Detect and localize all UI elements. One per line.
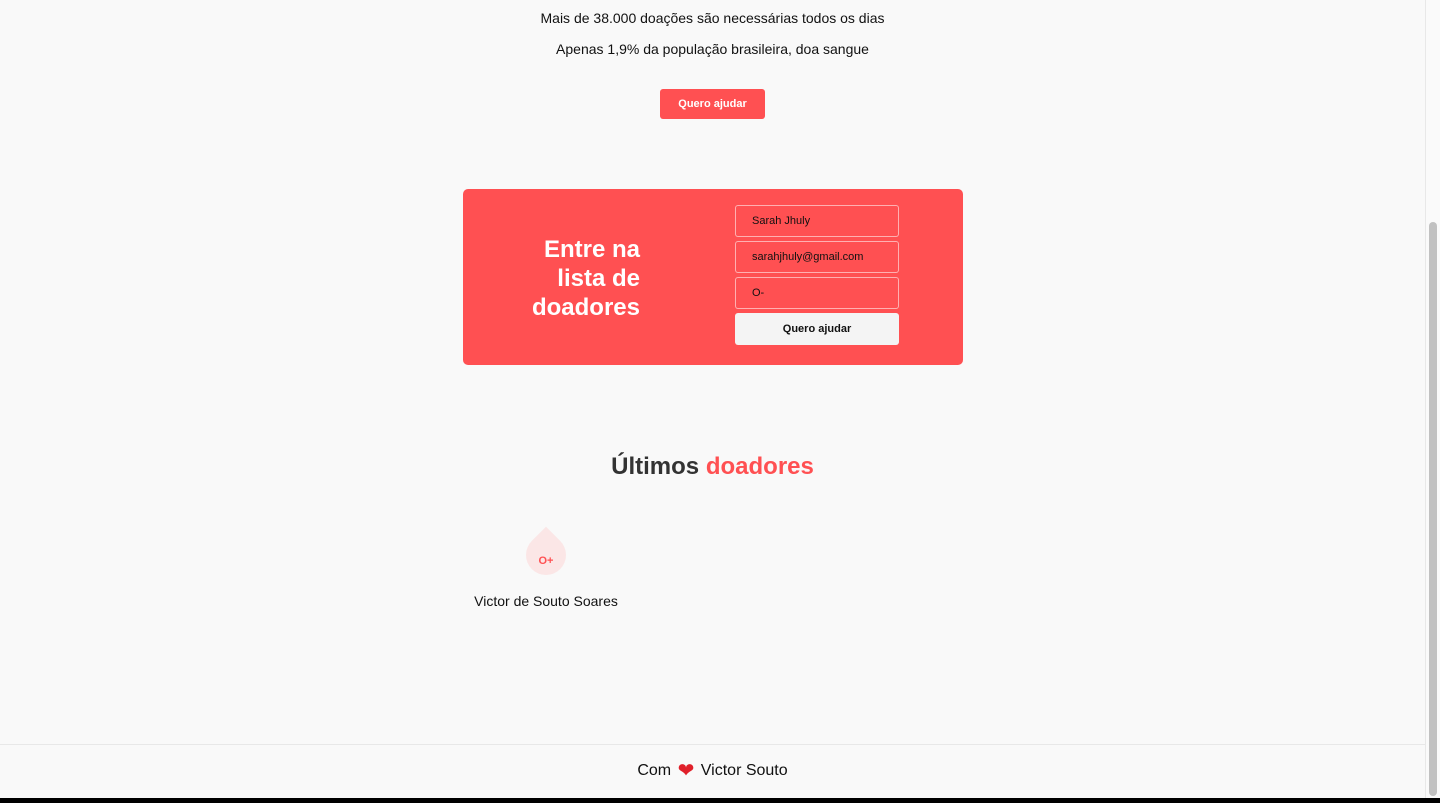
donor-list-item: O+ Victor de Souto Soares xyxy=(466,526,626,613)
footer-author: Victor Souto xyxy=(700,762,788,779)
latest-donors-title: Últimos doadores xyxy=(0,453,1425,481)
donor-blood-type: O+ xyxy=(538,555,554,567)
donor-name: Victor de Souto Soares xyxy=(474,593,618,609)
heart-icon: ❤ xyxy=(677,760,695,782)
blood-type-input[interactable] xyxy=(735,277,899,309)
footer-prefix: Com xyxy=(637,762,672,779)
donor-signup-card: Entre na lista de doadores Quero ajudar xyxy=(463,189,963,365)
stat-donations-needed: Mais de 38.000 doações são necessárias t… xyxy=(540,10,885,26)
donor-signup-title: Entre na lista de doadores xyxy=(531,236,640,321)
hero-help-button[interactable]: Quero ajudar xyxy=(660,89,765,119)
scrollbar-thumb[interactable] xyxy=(1429,222,1437,796)
latest-donors-title-part1: Últimos xyxy=(611,453,700,480)
email-input[interactable] xyxy=(735,241,899,273)
page-viewport: Mais de 38.000 doações são necessárias t… xyxy=(0,0,1425,798)
latest-donors-title-part2: doadores xyxy=(705,453,814,480)
donor-submit-button[interactable]: Quero ajudar xyxy=(735,313,899,345)
stat-population-donors: Apenas 1,9% da população brasileira, doa… xyxy=(556,41,869,57)
name-input[interactable] xyxy=(735,205,899,237)
footer: Com ❤ Victor Souto xyxy=(0,744,1425,798)
